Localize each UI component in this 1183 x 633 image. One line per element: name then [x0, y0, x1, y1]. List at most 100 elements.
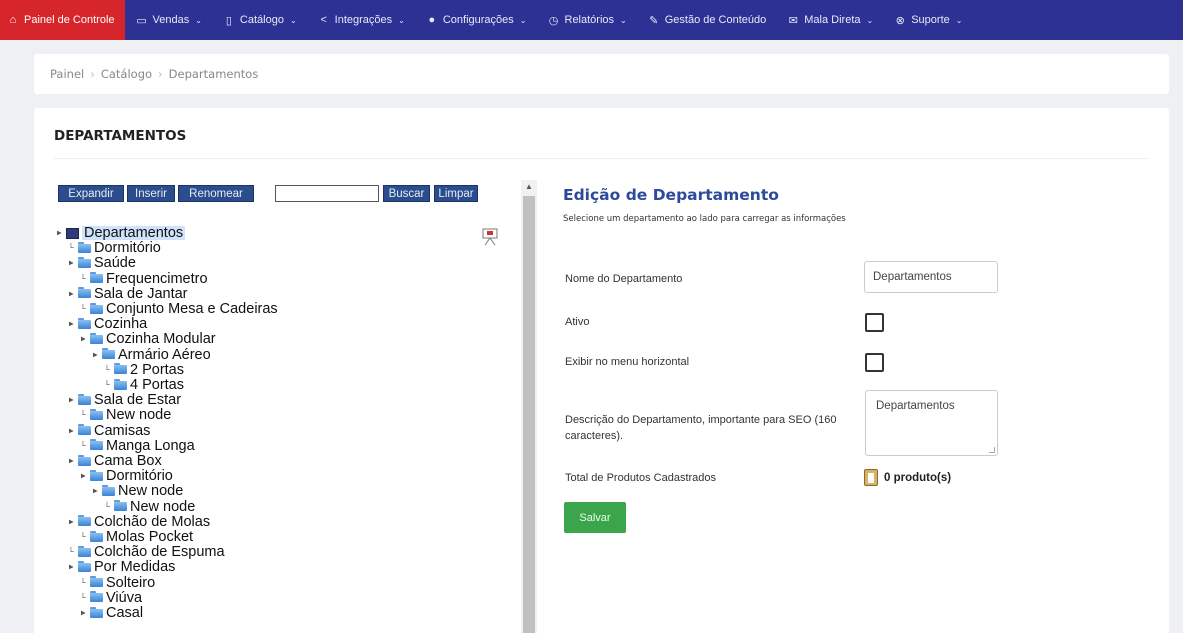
chevron-down-icon: ⌄	[398, 15, 405, 25]
scrollbar-thumb[interactable]	[523, 196, 535, 633]
expand-toggle-icon[interactable]: ▲	[64, 395, 78, 405]
tree-node[interactable]: ▲ Colchão de Molas	[64, 515, 210, 530]
tree-node[interactable]: ▲ Dormitório	[76, 468, 173, 485]
nome-departamento-input[interactable]: Departamentos	[864, 261, 998, 293]
tree-node[interactable]: ▲ Departamentos	[52, 226, 186, 240]
tree-connector: └	[80, 304, 86, 313]
limpar-button[interactable]: Limpar	[434, 185, 478, 202]
total-produtos-text: 0 produto(s)	[884, 471, 952, 484]
tree-node-label: Viúva	[106, 589, 143, 606]
tree-node[interactable]: └ Colchão de Espuma	[66, 545, 224, 560]
expand-toggle-icon[interactable]: ▲	[64, 258, 78, 268]
menu-horizontal-checkbox[interactable]	[865, 353, 884, 372]
nav-item-integra-es[interactable]: < Integrações ⌄	[307, 0, 415, 40]
tree-node-label: Dormitório	[106, 468, 173, 485]
expandir-button[interactable]: Expandir	[58, 185, 124, 202]
tree-node-label: Manga Longa	[106, 437, 195, 454]
resize-grip-icon[interactable]	[989, 447, 995, 453]
total-produtos-value[interactable]: 0 produto(s)	[864, 469, 951, 486]
tree-node[interactable]: └ Dormitório	[66, 241, 161, 256]
tree-node[interactable]: └ 4 Portas	[102, 378, 184, 393]
descricao-textarea[interactable]: Departamentos	[865, 390, 998, 456]
nav-item-cat-logo[interactable]: ▯ Catálogo ⌄	[212, 0, 307, 40]
expand-toggle-icon[interactable]: ▲	[76, 334, 90, 344]
tree-node-label: Camisas	[94, 422, 151, 439]
expand-toggle-icon[interactable]: ▲	[64, 426, 78, 436]
tree-node[interactable]: ▲ New node	[88, 484, 183, 499]
expand-toggle-icon[interactable]: ▲	[76, 471, 90, 481]
tree-node[interactable]: └ Molas Pocket	[78, 530, 193, 545]
descricao-label: Descrição do Departamento, importante pa…	[565, 414, 837, 442]
folder-icon	[90, 576, 103, 588]
tree-connector: └	[104, 501, 110, 511]
tree-node[interactable]: ▲ Saúde	[64, 255, 136, 272]
tree-node[interactable]: ▲ Por Medidas	[64, 560, 175, 575]
tree-node[interactable]: ▲ Casal	[76, 606, 143, 621]
nav-item-vendas[interactable]: ▭ Vendas ⌄	[125, 0, 212, 40]
tree-node[interactable]: ▲ Cozinha	[64, 317, 147, 332]
tree-node[interactable]: ▲ Cozinha Modular	[76, 332, 216, 347]
tree-node-label: New node	[130, 498, 196, 515]
presentation-icon[interactable]	[482, 228, 498, 246]
tree-node-label: Conjunto Mesa e Cadeiras	[106, 301, 278, 317]
folder-icon	[90, 469, 103, 481]
gear-icon: ●	[428, 14, 436, 26]
tree-node[interactable]: └ Conjunto Mesa e Cadeiras	[78, 301, 278, 317]
nav-item-label: Integrações	[334, 14, 393, 26]
tree-scrollbar[interactable]: ▲	[521, 180, 537, 633]
folder-icon	[78, 241, 91, 253]
expand-toggle-icon[interactable]: ▲	[52, 228, 66, 238]
nav-item-mala-direta[interactable]: ✉ Mala Direta ⌄	[776, 0, 883, 40]
folder-icon	[90, 591, 103, 603]
tree-node[interactable]: └ Frequencimetro	[78, 271, 207, 286]
expand-toggle-icon[interactable]: ▲	[88, 350, 102, 360]
expand-toggle-icon[interactable]: ▲	[64, 319, 78, 329]
tree-node[interactable]: └ Manga Longa	[78, 437, 195, 454]
tree-node[interactable]: ▲ Armário Aéreo	[88, 347, 211, 362]
folder-icon	[78, 454, 91, 466]
breadcrumb-item-catalogo[interactable]: Catálogo	[101, 67, 152, 81]
tree-node[interactable]: └ Solteiro	[78, 575, 155, 590]
tree-node[interactable]: └ New node	[102, 498, 196, 515]
expand-toggle-icon[interactable]: ▲	[88, 486, 102, 496]
nav-item-configura-es[interactable]: ● Configurações ⌄	[415, 0, 537, 40]
tree-node[interactable]: └ Viúva	[78, 589, 143, 606]
tree-node[interactable]: ▲ Camisas	[64, 422, 151, 439]
tree-node[interactable]: └ 2 Portas	[102, 363, 184, 378]
folder-icon	[90, 302, 103, 314]
tree-node-label: Saúde	[94, 255, 136, 272]
folder-icon	[102, 484, 115, 496]
save-button[interactable]: Salvar	[564, 502, 626, 533]
home-icon: ⌂	[9, 14, 17, 26]
inserir-button[interactable]: Inserir	[127, 185, 175, 202]
support-icon: ⊗	[895, 14, 905, 27]
search-input[interactable]	[275, 185, 379, 202]
nav-item-suporte[interactable]: ⊗ Suporte ⌄	[883, 0, 972, 40]
nav-item-painel-de-controle[interactable]: ⌂ Painel de Controle	[0, 0, 125, 40]
breadcrumb-item-painel[interactable]: Painel	[50, 67, 84, 81]
tree-node[interactable]: └ New node	[78, 408, 171, 423]
tree-node[interactable]: ▲ Sala de Jantar	[64, 287, 188, 302]
expand-toggle-icon[interactable]: ▲	[64, 562, 78, 572]
chevron-down-icon: ⌄	[519, 15, 527, 25]
tree-node-label: Cama Box	[94, 453, 162, 469]
folder-icon	[78, 560, 91, 572]
expand-toggle-icon[interactable]: ▲	[64, 456, 78, 466]
expand-toggle-icon[interactable]: ▲	[64, 289, 78, 299]
folder-icon	[114, 363, 127, 375]
tree-node[interactable]: ▲ Sala de Estar	[64, 393, 181, 408]
form-title: Edição de Departamento	[563, 186, 779, 204]
top-navigation: ⌂ Painel de Controle ▭ Vendas ⌄ ▯ Catálogo ⌄ < In…	[0, 0, 1183, 40]
nav-item-gest-o-de-conte-do[interactable]: ✎ Gestão de Conteúdo	[637, 0, 777, 40]
tree-node[interactable]: ▲ Cama Box	[64, 453, 162, 469]
scroll-up-icon[interactable]: ▲	[521, 180, 537, 194]
renomear-button[interactable]: Renomear	[178, 185, 254, 202]
expand-toggle-icon[interactable]: ▲	[64, 517, 78, 527]
folder-icon	[114, 378, 127, 390]
total-produtos-label: Total de Produtos Cadastrados	[565, 472, 717, 484]
buscar-button[interactable]: Buscar	[383, 185, 430, 202]
expand-toggle-icon[interactable]: ▲	[76, 608, 90, 618]
nav-item-relat-rios[interactable]: ◷ Relatórios ⌄	[537, 0, 637, 40]
tree-connector: └	[68, 243, 74, 253]
ativo-checkbox[interactable]	[865, 313, 884, 332]
